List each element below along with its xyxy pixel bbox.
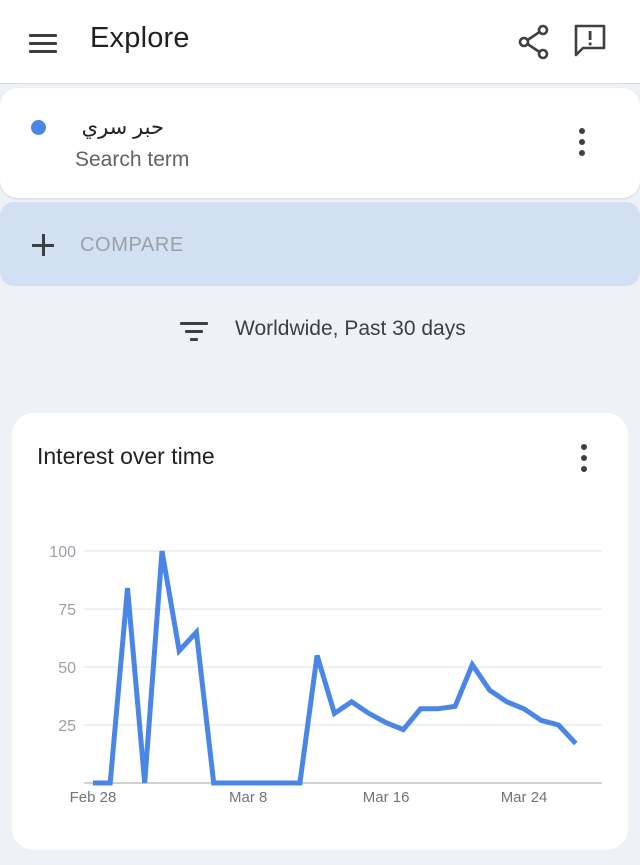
interest-chart: 25 50 75 100 Feb 28 Mar 8 Mar 16 Mar 24 xyxy=(49,544,602,806)
x-tick-label: Mar 16 xyxy=(363,789,410,806)
y-tick-label: 50 xyxy=(58,660,76,677)
y-tick-label: 100 xyxy=(49,544,76,561)
x-tick-label: Mar 8 xyxy=(229,789,267,806)
y-tick-label: 75 xyxy=(58,602,76,619)
x-tick-label: Mar 24 xyxy=(501,789,548,806)
y-tick-label: 25 xyxy=(58,718,76,735)
x-tick-label: Feb 28 xyxy=(70,789,117,806)
